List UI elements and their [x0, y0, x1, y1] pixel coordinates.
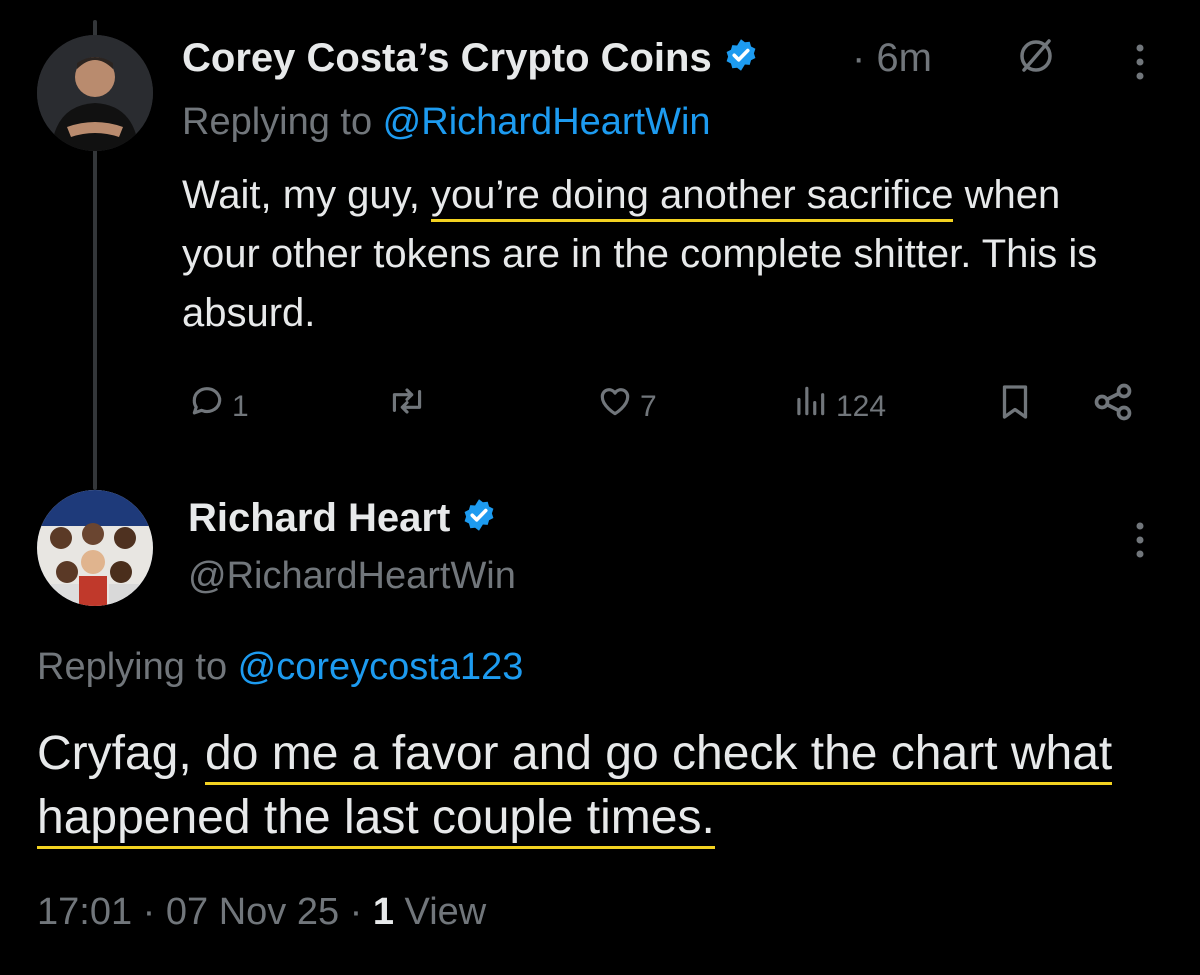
tweet1-author-name[interactable]: Corey Costa’s Crypto Coins	[182, 36, 712, 80]
retweet-button[interactable]	[385, 382, 429, 431]
replying-to-handle-link[interactable]: @coreycosta123	[238, 646, 524, 688]
tweet2-replying-to: Replying to @coreycosta123	[37, 643, 523, 691]
tweet1-time: · 6m	[852, 36, 932, 80]
tweet2-author-name[interactable]: Richard Heart	[188, 496, 450, 540]
share-icon	[1090, 380, 1136, 435]
replying-to-label: Replying to	[37, 646, 238, 688]
reply-count: 1	[232, 389, 249, 423]
tweet2-text-before: Cryfag,	[37, 727, 206, 780]
replying-to-label: Replying to	[182, 101, 383, 143]
avatar-richard-heart[interactable]	[37, 490, 153, 606]
views-count: 124	[836, 389, 887, 423]
verified-badge-icon	[461, 496, 497, 544]
tweet2-author-row: Richard Heart	[188, 494, 497, 544]
tweet2-text: Cryfag, do me a favor and go check the c…	[37, 722, 1167, 850]
verified-badge-icon	[723, 36, 759, 84]
like-count: 7	[640, 389, 657, 423]
avatar-corey[interactable]	[37, 35, 153, 151]
bookmark-icon	[997, 382, 1033, 433]
tweet2-more-icon[interactable]	[1130, 518, 1150, 567]
retweet-icon	[385, 382, 429, 431]
views-button[interactable]: 124	[790, 382, 886, 431]
tweet2-views-count: 1	[372, 891, 394, 933]
share-button[interactable]	[1090, 380, 1136, 435]
tweet2-timestamp[interactable]: 17:01 · 07 Nov 25 ·	[37, 891, 373, 933]
like-icon	[596, 382, 634, 431]
bookmark-button[interactable]	[997, 382, 1033, 433]
tweet1-replying-to: Replying to @RichardHeartWin	[182, 98, 711, 146]
views-icon	[790, 382, 830, 431]
tweet1-text-before: Wait, my guy,	[182, 173, 431, 217]
tweet1-more-icon[interactable]	[1130, 40, 1150, 89]
tweet2-views-label: View	[394, 891, 487, 933]
mute-icon[interactable]	[1016, 36, 1056, 81]
tweet1-text-highlight: you’re doing another sacrifice	[430, 173, 954, 222]
reply-icon	[188, 382, 226, 431]
replying-to-handle-link[interactable]: @RichardHeartWin	[383, 101, 711, 143]
tweet2-meta: 17:01 · 07 Nov 25 · 1 View	[37, 888, 486, 936]
reply-button[interactable]: 1	[188, 382, 249, 431]
like-button[interactable]: 7	[596, 382, 657, 431]
tweet1-text: Wait, my guy, you’re doing another sacri…	[182, 166, 1142, 343]
tweet2-handle[interactable]: @RichardHeartWin	[188, 552, 516, 600]
tweet1-author-row: Corey Costa’s Crypto Coins	[182, 34, 759, 84]
